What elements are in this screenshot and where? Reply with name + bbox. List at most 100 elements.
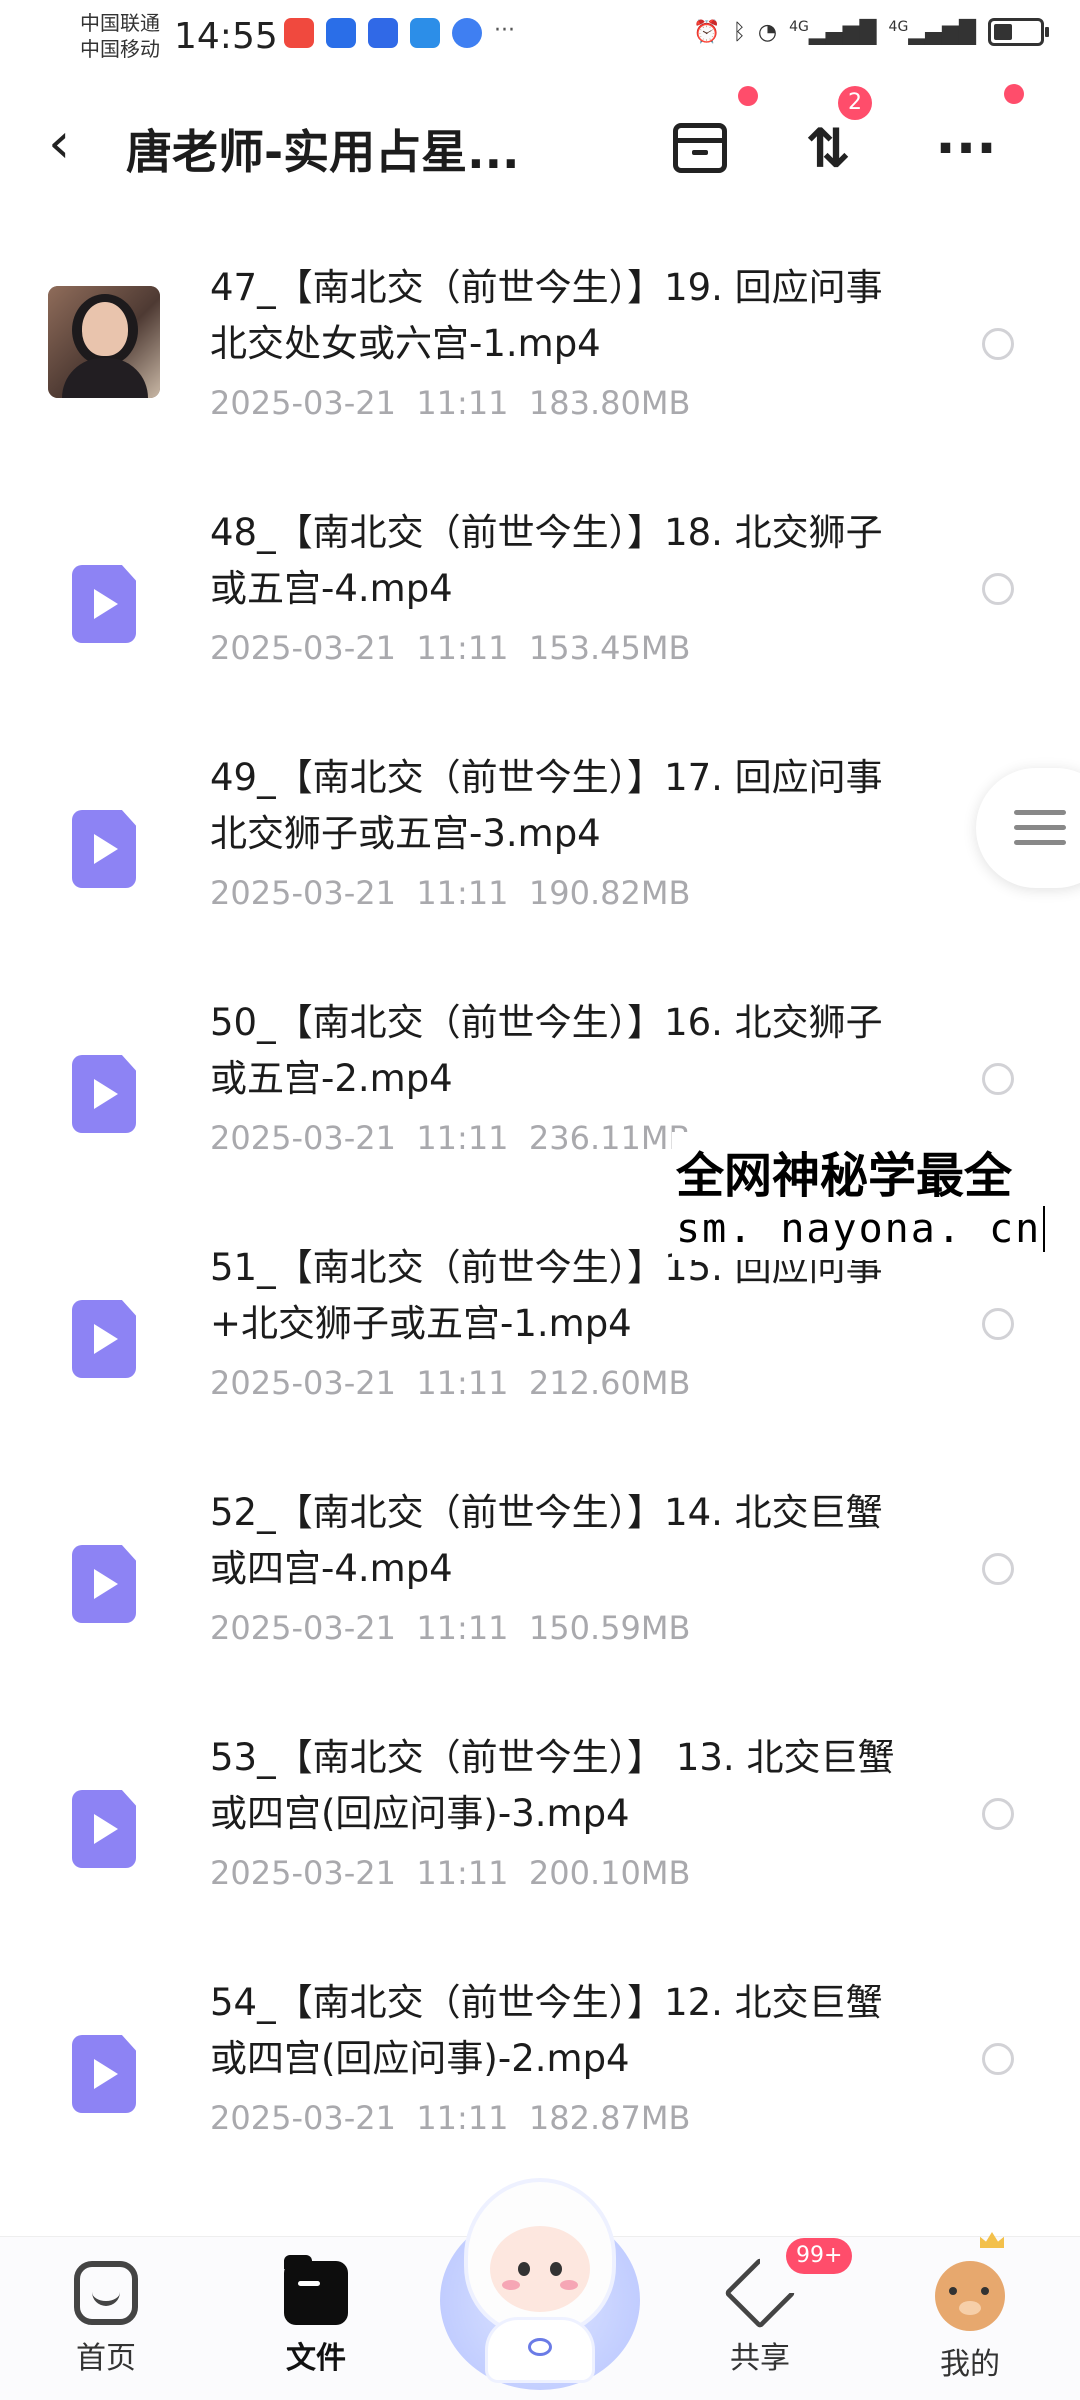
file-row[interactable]: 53_【南北交（前世今生）】 13. 北交巨蟹或四宫(回应问事)-3.mp4 2…: [0, 1710, 1080, 1955]
signal-4g-icon: 4G▂▄▆█: [789, 18, 877, 46]
file-size: 182.87MB: [528, 2099, 691, 2137]
file-name: 53_【南北交（前世今生）】 13. 北交巨蟹或四宫(回应问事)-3.mp4: [210, 1736, 895, 1835]
status-icons: ⏰ ᛒ ◔ 4G▂▄▆█ 4G▂▄▆█: [693, 18, 1049, 46]
nav-profile[interactable]: 我的: [900, 2261, 1040, 2383]
file-row[interactable]: 47_【南北交（前世今生）】19. 回应问事 北交处女或六宫-1.mp4 202…: [0, 240, 1080, 485]
profile-avatar-icon: [935, 2261, 1005, 2331]
carrier-labels: 中国联通 中国移动: [80, 10, 160, 62]
video-file-icon: [72, 1545, 136, 1623]
app-icon: [284, 18, 314, 48]
select-radio[interactable]: [982, 328, 1014, 360]
file-time: 11:11: [416, 1364, 509, 1402]
file-date: 2025-03-21: [210, 629, 396, 667]
select-radio[interactable]: [982, 1063, 1014, 1095]
folder-icon: [284, 2255, 348, 2325]
file-time: 11:11: [416, 629, 509, 667]
assistant-mascot-button[interactable]: [430, 2170, 650, 2390]
file-row[interactable]: 54_【南北交（前世今生）】12. 北交巨蟹或四宫(回应问事)-2.mp4 20…: [0, 1955, 1080, 2200]
file-row[interactable]: 52_【南北交（前世今生）】14. 北交巨蟹或四宫-4.mp4 2025-03-…: [0, 1465, 1080, 1710]
archive-notification-dot: [738, 86, 758, 106]
file-size: 200.10MB: [528, 1854, 691, 1892]
video-thumbnail: [48, 286, 160, 398]
file-date: 2025-03-21: [210, 2099, 396, 2137]
file-row[interactable]: 48_【南北交（前世今生）】18. 北交狮子或五宫-4.mp4 2025-03-…: [0, 485, 1080, 730]
file-name: 52_【南北交（前世今生）】14. 北交巨蟹或四宫-4.mp4: [210, 1491, 883, 1590]
carrier-1: 中国联通: [80, 11, 160, 35]
file-date: 2025-03-21: [210, 874, 396, 912]
select-radio[interactable]: [982, 573, 1014, 605]
transfer-button[interactable]: ⇅: [788, 108, 868, 188]
more-notification-dot: [1004, 84, 1024, 104]
share-badge: 99+: [786, 2238, 853, 2274]
archive-icon: [673, 123, 727, 173]
status-time: 14:55: [174, 16, 278, 57]
hamburger-icon: [1014, 810, 1066, 855]
file-size: 153.45MB: [528, 629, 691, 667]
archive-button[interactable]: [660, 108, 740, 188]
file-meta: 2025-03-21 11:11 153.45MB: [210, 629, 690, 667]
nav-label: 共享: [730, 2341, 790, 2376]
file-meta: 2025-03-21 11:11 236.11MB: [210, 1119, 690, 1157]
nav-share[interactable]: 共享: [690, 2256, 830, 2377]
select-radio[interactable]: [982, 1798, 1014, 1830]
transfer-arrows-icon: ⇅: [805, 116, 851, 180]
file-time: 11:11: [416, 874, 509, 912]
file-meta: 2025-03-21 11:11 190.82MB: [210, 874, 690, 912]
select-radio[interactable]: [982, 1553, 1014, 1585]
select-radio[interactable]: [982, 1308, 1014, 1340]
watermark-overlay: 全网神秘学最全 sm. nayona. cn: [672, 1132, 1052, 1260]
carrier-2: 中国移动: [80, 37, 160, 61]
back-button[interactable]: ‹: [48, 116, 70, 172]
bluetooth-icon: ᛒ: [732, 19, 746, 45]
file-time: 11:11: [416, 384, 509, 422]
more-options-button[interactable]: ···: [926, 108, 1006, 188]
file-name: 49_【南北交（前世今生）】17. 回应问事 北交狮子或五宫-3.mp4: [210, 756, 883, 855]
nav-label: 文件: [286, 2341, 346, 2376]
page-title: 唐老师-实用占星...: [126, 125, 520, 179]
nav-home[interactable]: 首页: [36, 2261, 176, 2377]
file-time: 11:11: [416, 2099, 509, 2137]
status-bar: 中国联通 中国移动 14:55 ··· ⏰ ᛒ ◔ 4G▂▄▆█ 4G▂▄▆█: [0, 0, 1080, 80]
file-name: 50_【南北交（前世今生）】16. 北交狮子或五宫-2.mp4: [210, 1001, 883, 1100]
file-size: 183.80MB: [528, 384, 691, 422]
file-name: 47_【南北交（前世今生）】19. 回应问事 北交处女或六宫-1.mp4: [210, 266, 883, 365]
share-icon: [723, 2256, 797, 2330]
alarm-icon: ⏰: [693, 19, 721, 45]
signal-4g-icon: 4G▂▄▆█: [888, 18, 976, 46]
more-notifications-icon: ···: [494, 18, 515, 43]
file-name: 48_【南北交（前世今生）】18. 北交狮子或五宫-4.mp4: [210, 511, 883, 610]
file-meta: 2025-03-21 11:11 183.80MB: [210, 384, 690, 422]
nav-files[interactable]: 文件: [246, 2255, 386, 2377]
app-header: ‹ 唐老师-实用占星... ⇅ 2 ···: [0, 84, 1080, 200]
battery-icon: [988, 18, 1049, 46]
wifi-icon: ◔: [757, 19, 778, 45]
nav-label: 首页: [76, 2341, 136, 2376]
select-radio[interactable]: [982, 2043, 1014, 2075]
watermark-line-1: 全网神秘学最全: [676, 1148, 1013, 1204]
file-time: 11:11: [416, 1854, 509, 1892]
app-icon: [368, 18, 398, 48]
app-icon: [452, 18, 482, 48]
file-size: 190.82MB: [528, 874, 691, 912]
watermark-line-2: sm. nayona. cn: [676, 1206, 1046, 1252]
file-date: 2025-03-21: [210, 1119, 396, 1157]
file-date: 2025-03-21: [210, 1854, 396, 1892]
file-row[interactable]: 49_【南北交（前世今生）】17. 回应问事 北交狮子或五宫-3.mp4 202…: [0, 730, 1080, 975]
cloud-logo-icon: [528, 2338, 552, 2356]
home-icon: [74, 2261, 138, 2325]
video-file-icon: [72, 810, 136, 888]
nav-label: 我的: [940, 2347, 1000, 2382]
file-date: 2025-03-21: [210, 384, 396, 422]
crown-icon: [980, 2232, 1004, 2248]
video-file-icon: [72, 2035, 136, 2113]
video-file-icon: [72, 1055, 136, 1133]
file-time: 11:11: [416, 1609, 509, 1647]
file-meta: 2025-03-21 11:11 200.10MB: [210, 1854, 690, 1892]
file-meta: 2025-03-21 11:11 150.59MB: [210, 1609, 690, 1647]
video-file-icon: [72, 565, 136, 643]
file-size: 212.60MB: [528, 1364, 691, 1402]
file-time: 11:11: [416, 1119, 509, 1157]
file-name: 54_【南北交（前世今生）】12. 北交巨蟹或四宫(回应问事)-2.mp4: [210, 1981, 883, 2080]
file-size: 150.59MB: [528, 1609, 691, 1647]
file-date: 2025-03-21: [210, 1364, 396, 1402]
